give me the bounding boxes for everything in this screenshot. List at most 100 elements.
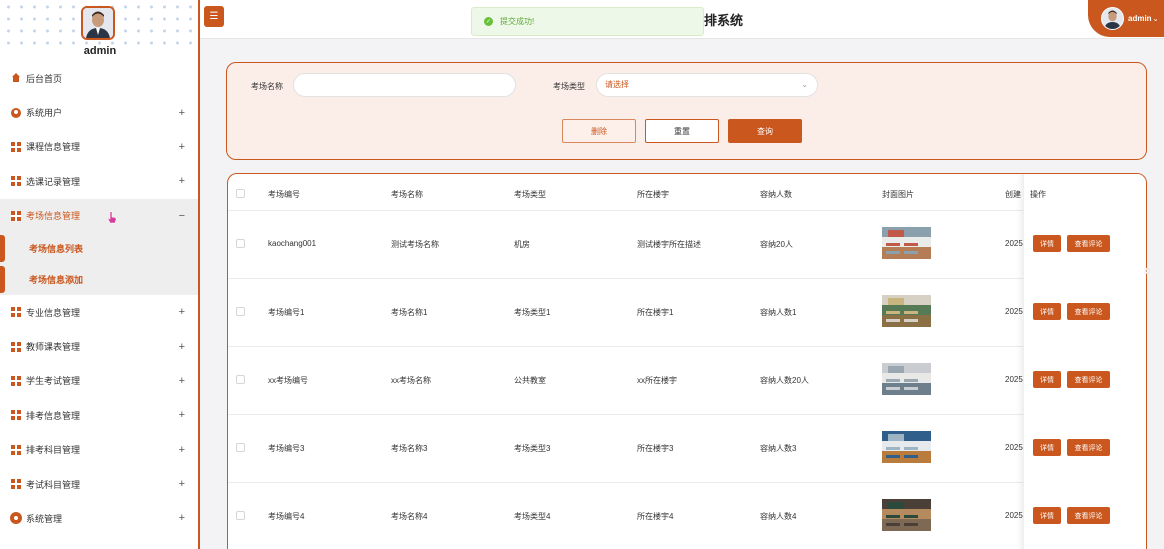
search-panel: 考场名称 考场类型 请选择 ⌄ 删除 重置 查询 bbox=[226, 62, 1147, 160]
success-check-icon: ✓ bbox=[484, 17, 493, 26]
cover-image bbox=[882, 363, 931, 395]
sidebar-item-label: 选课记录管理 bbox=[26, 176, 81, 187]
avatar bbox=[81, 6, 115, 40]
grid-icon bbox=[11, 307, 21, 318]
table-cell: 考场编号4 bbox=[268, 512, 305, 521]
view-reviews-button[interactable]: 查看评论 bbox=[1067, 507, 1110, 524]
cover-image bbox=[882, 499, 931, 531]
success-toast: ✓ 提交成功! bbox=[471, 7, 704, 36]
collapse-icon: − bbox=[178, 209, 185, 222]
detail-button[interactable]: 详情 bbox=[1033, 235, 1061, 252]
sidebar-item-label: 排考信息管理 bbox=[26, 410, 81, 421]
sidebar-item-label: 课程信息管理 bbox=[26, 142, 81, 153]
delete-button[interactable]: 删除 bbox=[562, 119, 636, 143]
room-name-input[interactable] bbox=[293, 73, 516, 97]
home-icon bbox=[11, 73, 21, 83]
sidebar-item-exam-room-info[interactable]: 考场信息管理 − bbox=[0, 198, 198, 233]
table-cell: xx考场名称 bbox=[391, 376, 431, 385]
row-divider bbox=[228, 346, 1146, 347]
sidebar-item-course-selection[interactable]: 选课记录管理 + bbox=[0, 164, 198, 198]
table-cell: 容纳人数4 bbox=[760, 512, 797, 521]
toast-message: 提交成功! bbox=[500, 17, 535, 26]
sidebar-item-label: 考试科目管理 bbox=[26, 479, 81, 490]
sidebar-subitem-exam-room-add[interactable]: 考场信息添加 bbox=[0, 263, 198, 295]
detail-button[interactable]: 详情 bbox=[1033, 371, 1061, 388]
gear-icon bbox=[11, 513, 21, 524]
column-header: 创建 bbox=[1005, 190, 1021, 199]
table-cell: 2025 bbox=[1005, 511, 1023, 520]
view-reviews-button[interactable]: 查看评论 bbox=[1067, 371, 1110, 388]
view-reviews-button[interactable]: 查看评论 bbox=[1067, 235, 1110, 252]
grid-icon bbox=[11, 210, 21, 221]
sidebar-item-exam-subject[interactable]: 考试科目管理 + bbox=[0, 467, 198, 501]
column-header: 容纳人数 bbox=[760, 190, 792, 199]
sidebar-item-exam-arrangement[interactable]: 排考信息管理 + bbox=[0, 398, 198, 432]
avatar bbox=[1101, 7, 1124, 30]
table-cell: 机房 bbox=[514, 240, 530, 249]
table-cell: 2025 bbox=[1005, 443, 1023, 452]
sidebar-subitem-exam-room-list[interactable]: 考场信息列表 bbox=[0, 232, 198, 264]
grid-icon bbox=[11, 444, 21, 455]
grid-icon bbox=[11, 141, 21, 152]
view-reviews-button[interactable]: 查看评论 bbox=[1067, 303, 1110, 320]
table-cell: 考场名称1 bbox=[391, 308, 428, 317]
view-reviews-button[interactable]: 查看评论 bbox=[1067, 439, 1110, 456]
column-header: 考场编号 bbox=[268, 190, 300, 199]
row-checkbox[interactable] bbox=[236, 375, 245, 384]
expand-icon: + bbox=[178, 140, 185, 153]
sidebar-item-label: 排考科目管理 bbox=[26, 445, 81, 456]
hand-cursor-icon bbox=[107, 211, 117, 224]
user-menu[interactable]: admin ⌄ bbox=[1088, 0, 1164, 37]
sidebar-item-system-users[interactable]: 系统用户 + bbox=[0, 95, 198, 129]
sidebar-item-exam-subject-arrangement[interactable]: 排考科目管理 + bbox=[0, 433, 198, 467]
sidebar-subitem-label: 考场信息添加 bbox=[29, 274, 84, 285]
sidebar: admin 后台首页 系统用户 + 课程信息管理 + 选课记录管理 + 考场信息… bbox=[0, 0, 200, 549]
table-cell: 测试楼宇所在描述 bbox=[637, 240, 701, 249]
detail-button[interactable]: 详情 bbox=[1033, 507, 1061, 524]
expand-icon: + bbox=[178, 306, 185, 319]
app-title: 排系统 bbox=[704, 13, 744, 28]
table-cell: 考场编号1 bbox=[268, 308, 305, 317]
table-cell: xx所在楼宇 bbox=[637, 376, 677, 385]
menu-toggle-button[interactable]: ☰ bbox=[204, 6, 224, 27]
sidebar-item-teacher-schedule[interactable]: 教师课表管理 + bbox=[0, 329, 198, 363]
room-type-select[interactable]: 请选择 ⌄ bbox=[596, 73, 818, 97]
table-cell: 所在楼宇4 bbox=[637, 512, 674, 521]
detail-button[interactable]: 详情 bbox=[1033, 303, 1061, 320]
sidebar-item-home[interactable]: 后台首页 bbox=[0, 61, 198, 95]
table-cell: 公共教室 bbox=[514, 376, 546, 385]
query-button[interactable]: 查询 bbox=[728, 119, 802, 143]
row-divider bbox=[228, 278, 1146, 279]
sidebar-item-label: 学生考试管理 bbox=[26, 376, 81, 387]
expand-icon: + bbox=[178, 409, 185, 422]
table-cell: 所在楼宇1 bbox=[637, 308, 674, 317]
row-checkbox[interactable] bbox=[236, 239, 245, 248]
sidebar-item-course-info[interactable]: 课程信息管理 + bbox=[0, 130, 198, 164]
expand-icon: + bbox=[178, 374, 185, 387]
table-cell: 2025 bbox=[1005, 375, 1023, 384]
table-cell: 测试考场名称 bbox=[391, 240, 439, 249]
row-checkbox[interactable] bbox=[236, 511, 245, 520]
table-cell: 考场类型3 bbox=[514, 444, 551, 453]
cover-image bbox=[882, 431, 931, 463]
sidebar-item-student-exam[interactable]: 学生考试管理 + bbox=[0, 364, 198, 398]
sidebar-item-label: 教师课表管理 bbox=[26, 342, 81, 353]
row-checkbox[interactable] bbox=[236, 307, 245, 316]
expand-icon: + bbox=[178, 478, 185, 491]
select-all-checkbox[interactable] bbox=[236, 189, 245, 198]
detail-button[interactable]: 详情 bbox=[1033, 439, 1061, 456]
row-checkbox[interactable] bbox=[236, 443, 245, 452]
cover-image bbox=[882, 295, 931, 327]
grid-icon bbox=[11, 479, 21, 490]
sidebar-item-label: 系统用户 bbox=[26, 108, 63, 119]
sidebar-item-label: 后台首页 bbox=[26, 73, 63, 84]
grid-icon bbox=[11, 176, 21, 187]
sidebar-item-major-info[interactable]: 专业信息管理 + bbox=[0, 295, 198, 329]
chevron-right-icon[interactable]: › bbox=[1144, 262, 1149, 280]
reset-button[interactable]: 重置 bbox=[645, 119, 719, 143]
grid-icon bbox=[11, 375, 21, 386]
sidebar-subitem-label: 考场信息列表 bbox=[29, 243, 84, 254]
table-cell: 所在楼宇3 bbox=[637, 444, 674, 453]
sidebar-item-system-management[interactable]: 系统管理 + bbox=[0, 501, 198, 535]
room-type-label: 考场类型 bbox=[553, 82, 585, 91]
